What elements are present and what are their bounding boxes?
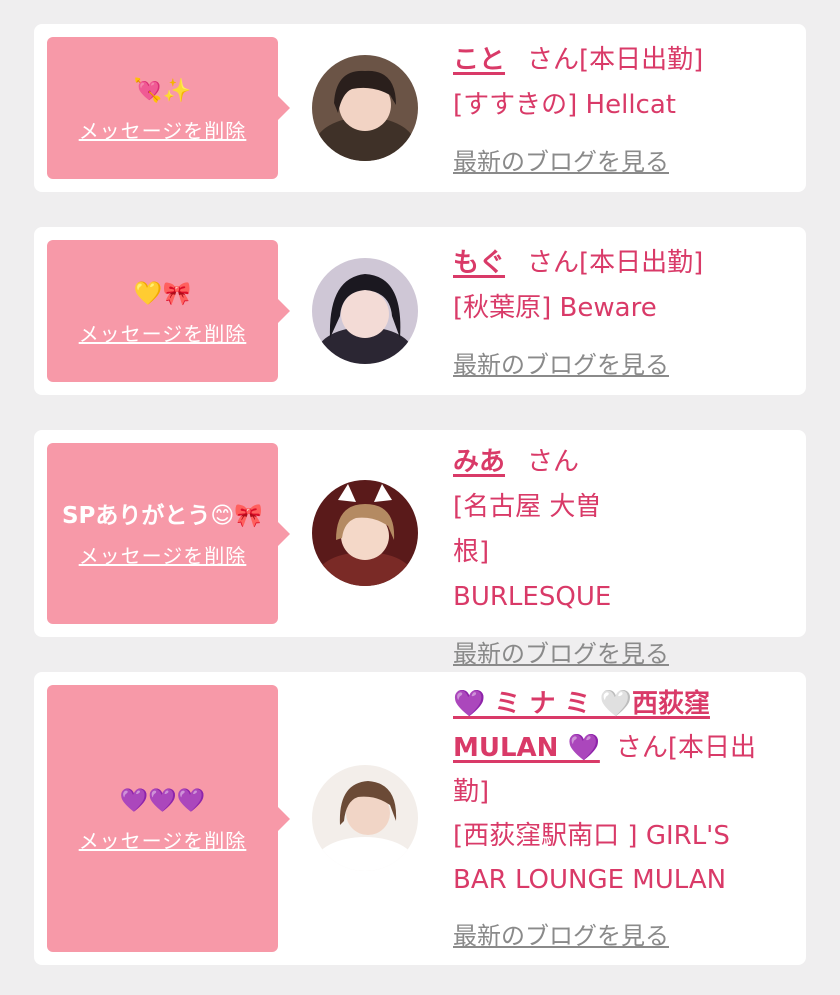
message-bubble: 💜💜💜 メッセージを削除 (47, 685, 290, 952)
shop-name: [すすきの] Hellcat (453, 90, 676, 120)
message-text: 💘✨ (133, 77, 192, 104)
delete-message-link[interactable]: メッセージを削除 (79, 825, 247, 854)
delete-message-link[interactable]: メッセージを削除 (79, 318, 247, 347)
list-item: 💜💜💜 メッセージを削除 💜 ミ ナ ミ 🤍西荻窪 MULAN 💜 さん[本日出勤… (34, 672, 806, 965)
shop-name: [西荻窪駅南口 ] GIRL'S BAR LOUNGE MULAN (453, 821, 730, 895)
girl-info: 💜 ミ ナ ミ 🤍西荻窪 MULAN 💜 さん[本日出勤] [西荻窪駅南口 ] G… (453, 682, 788, 958)
delete-message-link[interactable]: メッセージを削除 (79, 540, 247, 569)
message-bubble: 💘✨ メッセージを削除 (47, 37, 290, 179)
latest-blog-link[interactable]: 最新のブログを見る (453, 914, 788, 958)
girl-info: こと さん[本日出勤] [すすきの] Hellcat 最新のブログを見る (453, 38, 788, 185)
shop-name: [秋葉原] Beware (453, 293, 657, 323)
avatar[interactable] (312, 765, 418, 871)
message-text: SPありがとう😊🎀 (61, 503, 264, 529)
latest-blog-link[interactable]: 最新のブログを見る (453, 343, 788, 388)
girl-info: もぐ さん[本日出勤] [秋葉原] Beware 最新のブログを見る (453, 241, 788, 388)
girl-name-link[interactable]: こと (453, 45, 505, 75)
list-item: 💛🎀 メッセージを削除 もぐ さん[本日出勤] [秋葉原] Beware 最新のブ… (34, 227, 806, 395)
message-list: 💘✨ メッセージを削除 こと さん[本日出勤] [すすきの] Hellcat 最新… (0, 0, 840, 995)
message-text: 💛🎀 (133, 280, 192, 307)
delete-message-link[interactable]: メッセージを削除 (79, 115, 247, 144)
girl-name-link[interactable]: もぐ (453, 248, 505, 278)
girl-name-link[interactable]: みあ (453, 447, 505, 477)
message-bubble: SPありがとう😊🎀 メッセージを削除 (47, 443, 290, 624)
message-text: 💜💜💜 (119, 788, 206, 814)
latest-blog-link[interactable]: 最新のブログを見る (453, 140, 788, 185)
avatar[interactable] (312, 258, 418, 364)
latest-blog-link[interactable]: 最新のブログを見る (453, 632, 788, 677)
girl-status: さん[本日出勤] (527, 248, 704, 278)
message-bubble: 💛🎀 メッセージを削除 (47, 240, 290, 382)
shop-name: [名古屋 大曽根] BURLESQUE (453, 492, 612, 612)
avatar[interactable] (312, 55, 418, 161)
girl-info: みあ さん [名古屋 大曽根] BURLESQUE 最新のブログを見る (453, 440, 788, 677)
girl-status: さん (527, 447, 580, 477)
avatar[interactable] (312, 480, 418, 586)
list-item: SPありがとう😊🎀 メッセージを削除 みあ さん [名古屋 大曽根] BURLES… (34, 430, 806, 668)
girl-status: さん[本日出勤] (527, 45, 704, 75)
list-item: 💘✨ メッセージを削除 こと さん[本日出勤] [すすきの] Hellcat 最新… (34, 24, 806, 192)
